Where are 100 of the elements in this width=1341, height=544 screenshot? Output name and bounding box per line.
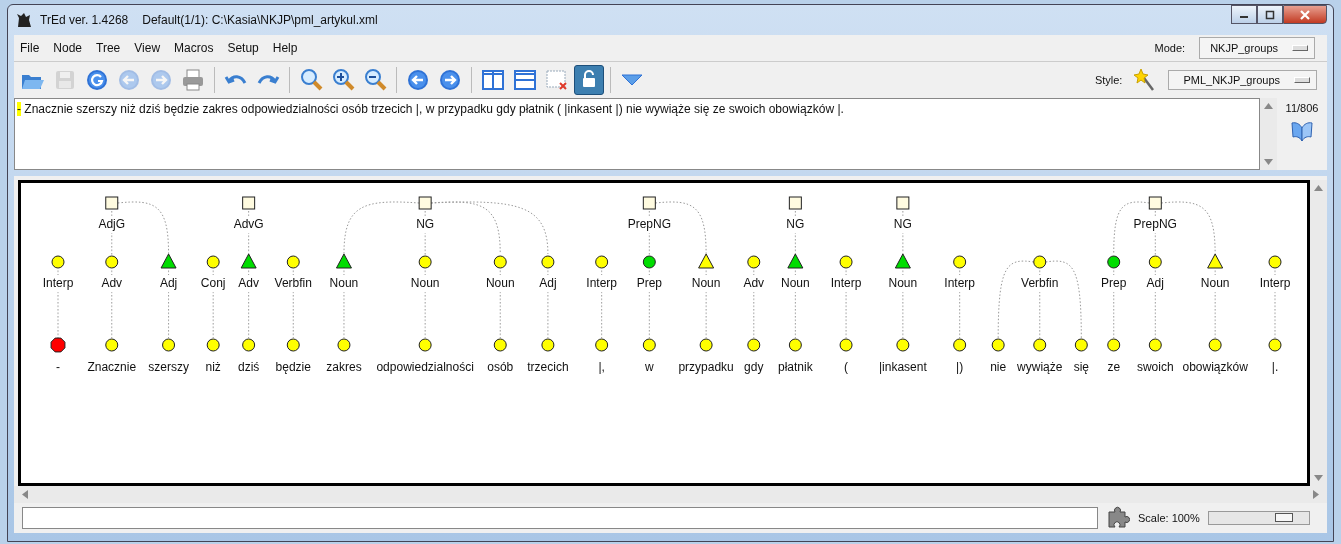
pos-node[interactable] — [747, 255, 761, 269]
pos-label: Adj — [1146, 276, 1164, 290]
canvas-scrollbar[interactable] — [1310, 180, 1327, 486]
sentence-text[interactable]: - Znacznie szerszy niż dziś będzie zakres odpowiedzialności osób trzecich |, w przypadku gdy płatnik ( |inkasent |) nie wywiąże się ze swoich obowiązków |. — [14, 98, 1260, 170]
menu-item[interactable]: Node — [53, 41, 83, 55]
word-node[interactable] — [337, 338, 351, 352]
group-node[interactable] — [242, 196, 256, 210]
word-node[interactable] — [105, 338, 119, 352]
scroll-left-icon[interactable] — [22, 490, 28, 499]
word-node[interactable] — [206, 338, 220, 352]
word-node[interactable] — [286, 338, 300, 352]
word-node[interactable] — [418, 338, 432, 352]
pos-node[interactable] — [160, 253, 177, 269]
word-node[interactable] — [1208, 338, 1222, 352]
pos-node[interactable] — [1268, 255, 1282, 269]
word-node[interactable] — [642, 338, 656, 352]
pos-node[interactable] — [541, 255, 555, 269]
word-label: dziś — [237, 360, 260, 374]
word-node[interactable] — [50, 337, 66, 353]
word-node[interactable] — [1074, 338, 1088, 352]
text-scrollbar[interactable] — [1260, 98, 1277, 170]
group-node[interactable] — [105, 196, 119, 210]
maximize-button[interactable] — [1257, 5, 1283, 24]
scroll-up-icon[interactable] — [1264, 103, 1273, 109]
word-node[interactable] — [162, 338, 176, 352]
group-label: NG — [893, 217, 912, 231]
pos-node[interactable] — [839, 255, 853, 269]
style-dropdown[interactable]: PML_NKJP_groups — [1168, 70, 1317, 90]
horizontal-scrollbar[interactable] — [14, 486, 1327, 503]
word-node[interactable] — [1268, 338, 1282, 352]
word-node[interactable] — [991, 338, 1005, 352]
rows-layout-icon — [512, 67, 538, 93]
puzzle-piece-icon[interactable] — [1106, 506, 1130, 530]
menu-item[interactable]: View — [134, 41, 161, 55]
pos-node[interactable] — [335, 253, 352, 269]
word-node[interactable] — [242, 338, 256, 352]
pos-node[interactable] — [418, 255, 432, 269]
word-node[interactable] — [1033, 338, 1047, 352]
word-node[interactable] — [747, 338, 761, 352]
pos-label: Adv — [743, 276, 765, 290]
group-node[interactable] — [896, 196, 910, 210]
group-node[interactable] — [1148, 196, 1162, 210]
word-node[interactable] — [1148, 338, 1162, 352]
group-node[interactable] — [418, 196, 432, 210]
pos-node[interactable] — [953, 255, 967, 269]
word-node[interactable] — [699, 338, 713, 352]
pos-node[interactable] — [787, 253, 804, 269]
word-label: szerszy — [148, 360, 189, 374]
word-node[interactable] — [839, 338, 853, 352]
scroll-up-icon[interactable] — [1314, 185, 1323, 191]
lock-button[interactable] — [574, 65, 604, 95]
pos-node[interactable] — [51, 255, 65, 269]
pos-node[interactable] — [105, 255, 119, 269]
edge-line — [292, 270, 294, 275]
pos-node[interactable] — [642, 255, 656, 269]
book-icon[interactable] — [1290, 120, 1314, 142]
pos-node[interactable] — [1148, 255, 1162, 269]
menu-item[interactable]: Help — [272, 41, 298, 55]
group-node[interactable] — [788, 196, 802, 210]
word-node[interactable] — [896, 338, 910, 352]
word-label: będzie — [275, 360, 311, 374]
pos-node[interactable] — [595, 255, 609, 269]
group-node[interactable] — [642, 196, 656, 210]
word-node[interactable] — [1107, 338, 1121, 352]
edge-line — [111, 270, 113, 275]
edge-line — [1113, 292, 1115, 338]
mode-dropdown[interactable]: NKJP_groups — [1199, 37, 1315, 59]
slider-thumb[interactable] — [1274, 513, 1293, 522]
edge-line — [248, 270, 250, 275]
close-button[interactable] — [1283, 5, 1327, 24]
menu-item[interactable]: File — [20, 41, 40, 55]
menu-item[interactable]: Tree — [96, 41, 121, 55]
scroll-down-icon[interactable] — [1264, 159, 1273, 165]
pos-node[interactable] — [1107, 255, 1121, 269]
word-node[interactable] — [953, 338, 967, 352]
magic-wand-icon[interactable] — [1134, 68, 1157, 92]
pos-node[interactable] — [286, 255, 300, 269]
pos-node[interactable] — [1207, 253, 1224, 269]
word-label: nie — [990, 360, 1007, 374]
pos-node[interactable] — [894, 253, 911, 269]
word-node[interactable] — [788, 338, 802, 352]
pos-label: Adj — [539, 276, 557, 290]
pos-node[interactable] — [240, 253, 257, 269]
word-node[interactable] — [541, 338, 555, 352]
word-node[interactable] — [493, 338, 507, 352]
pos-node[interactable] — [698, 253, 715, 269]
edge-line — [1274, 292, 1276, 338]
edge-line — [499, 270, 501, 275]
pos-node[interactable] — [1033, 255, 1047, 269]
scroll-right-icon[interactable] — [1313, 490, 1319, 499]
menu-item[interactable]: Macros — [174, 41, 214, 55]
pos-node[interactable] — [206, 255, 220, 269]
edge-line — [168, 270, 170, 275]
minimize-button[interactable] — [1231, 5, 1257, 24]
word-node[interactable] — [595, 338, 609, 352]
menu-item[interactable]: Setup — [227, 41, 259, 55]
scale-slider[interactable] — [1207, 511, 1310, 525]
pos-node[interactable] — [493, 255, 507, 269]
scroll-down-icon[interactable] — [1314, 475, 1323, 481]
status-field[interactable] — [22, 507, 1098, 529]
